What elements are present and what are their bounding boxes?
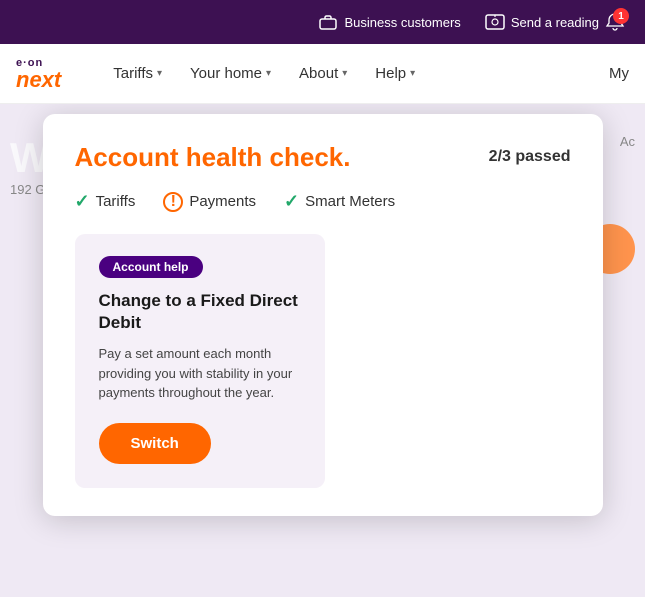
modal-passed: 2/3 passed <box>489 148 571 166</box>
briefcase-icon <box>318 12 338 32</box>
switch-button[interactable]: Switch <box>99 423 211 464</box>
nav-tariffs-label: Tariffs <box>113 65 153 82</box>
top-bar: Business customers Send a reading 1 <box>0 0 645 44</box>
chevron-down-icon: ▾ <box>410 68 415 79</box>
card-description: Pay a set amount each month providing yo… <box>99 344 301 403</box>
chevron-down-icon: ▾ <box>266 68 271 79</box>
nav-tariffs[interactable]: Tariffs ▾ <box>101 57 174 90</box>
check-icon-green: ✓ <box>75 191 90 212</box>
notification-badge: 1 <box>613 8 629 24</box>
modal-title: Account health check. <box>75 142 351 173</box>
nav-items: Tariffs ▾ Your home ▾ About ▾ Help ▾ <box>101 57 609 90</box>
business-customers-label: Business customers <box>344 15 460 30</box>
send-reading-link[interactable]: Send a reading 1 <box>485 12 625 32</box>
notification-wrap: 1 <box>605 12 625 32</box>
send-reading-label: Send a reading <box>511 15 599 30</box>
chevron-down-icon: ▾ <box>157 68 162 79</box>
logo-next: next <box>16 69 61 91</box>
nav-my[interactable]: My <box>609 65 629 82</box>
card-title: Change to a Fixed Direct Debit <box>99 290 301 334</box>
nav-your-home[interactable]: Your home ▾ <box>178 57 283 90</box>
nav-your-home-label: Your home <box>190 65 262 82</box>
card-badge: Account help <box>99 256 203 278</box>
modal-overlay: Account health check. 2/3 passed ✓ Tarif… <box>0 104 645 597</box>
check-tariffs: ✓ Tariffs <box>75 191 136 212</box>
check-icon-green-2: ✓ <box>284 191 299 212</box>
nav-my-label: My <box>609 65 629 82</box>
chevron-down-icon: ▾ <box>342 68 347 79</box>
check-payments-label: Payments <box>189 193 256 210</box>
nav-bar: e·on next Tariffs ▾ Your home ▾ About ▾ … <box>0 44 645 104</box>
page-background: Wo 192 G Ac t paympaymenment iss afteris… <box>0 104 645 597</box>
business-customers-link[interactable]: Business customers <box>318 12 460 32</box>
nav-help[interactable]: Help ▾ <box>363 57 427 90</box>
modal-checks: ✓ Tariffs ! Payments ✓ Smart Meters <box>75 191 571 212</box>
logo[interactable]: e·on next <box>16 57 61 91</box>
account-health-modal: Account health check. 2/3 passed ✓ Tarif… <box>43 114 603 516</box>
meter-icon <box>485 12 505 32</box>
check-payments: ! Payments <box>163 192 256 212</box>
modal-header: Account health check. 2/3 passed <box>75 142 571 173</box>
check-tariffs-label: Tariffs <box>96 193 136 210</box>
account-help-card: Account help Change to a Fixed Direct De… <box>75 234 325 488</box>
nav-about[interactable]: About ▾ <box>287 57 359 90</box>
check-smart-meters: ✓ Smart Meters <box>284 191 395 212</box>
nav-help-label: Help <box>375 65 406 82</box>
warning-icon: ! <box>163 192 183 212</box>
check-smart-meters-label: Smart Meters <box>305 193 395 210</box>
nav-about-label: About <box>299 65 338 82</box>
